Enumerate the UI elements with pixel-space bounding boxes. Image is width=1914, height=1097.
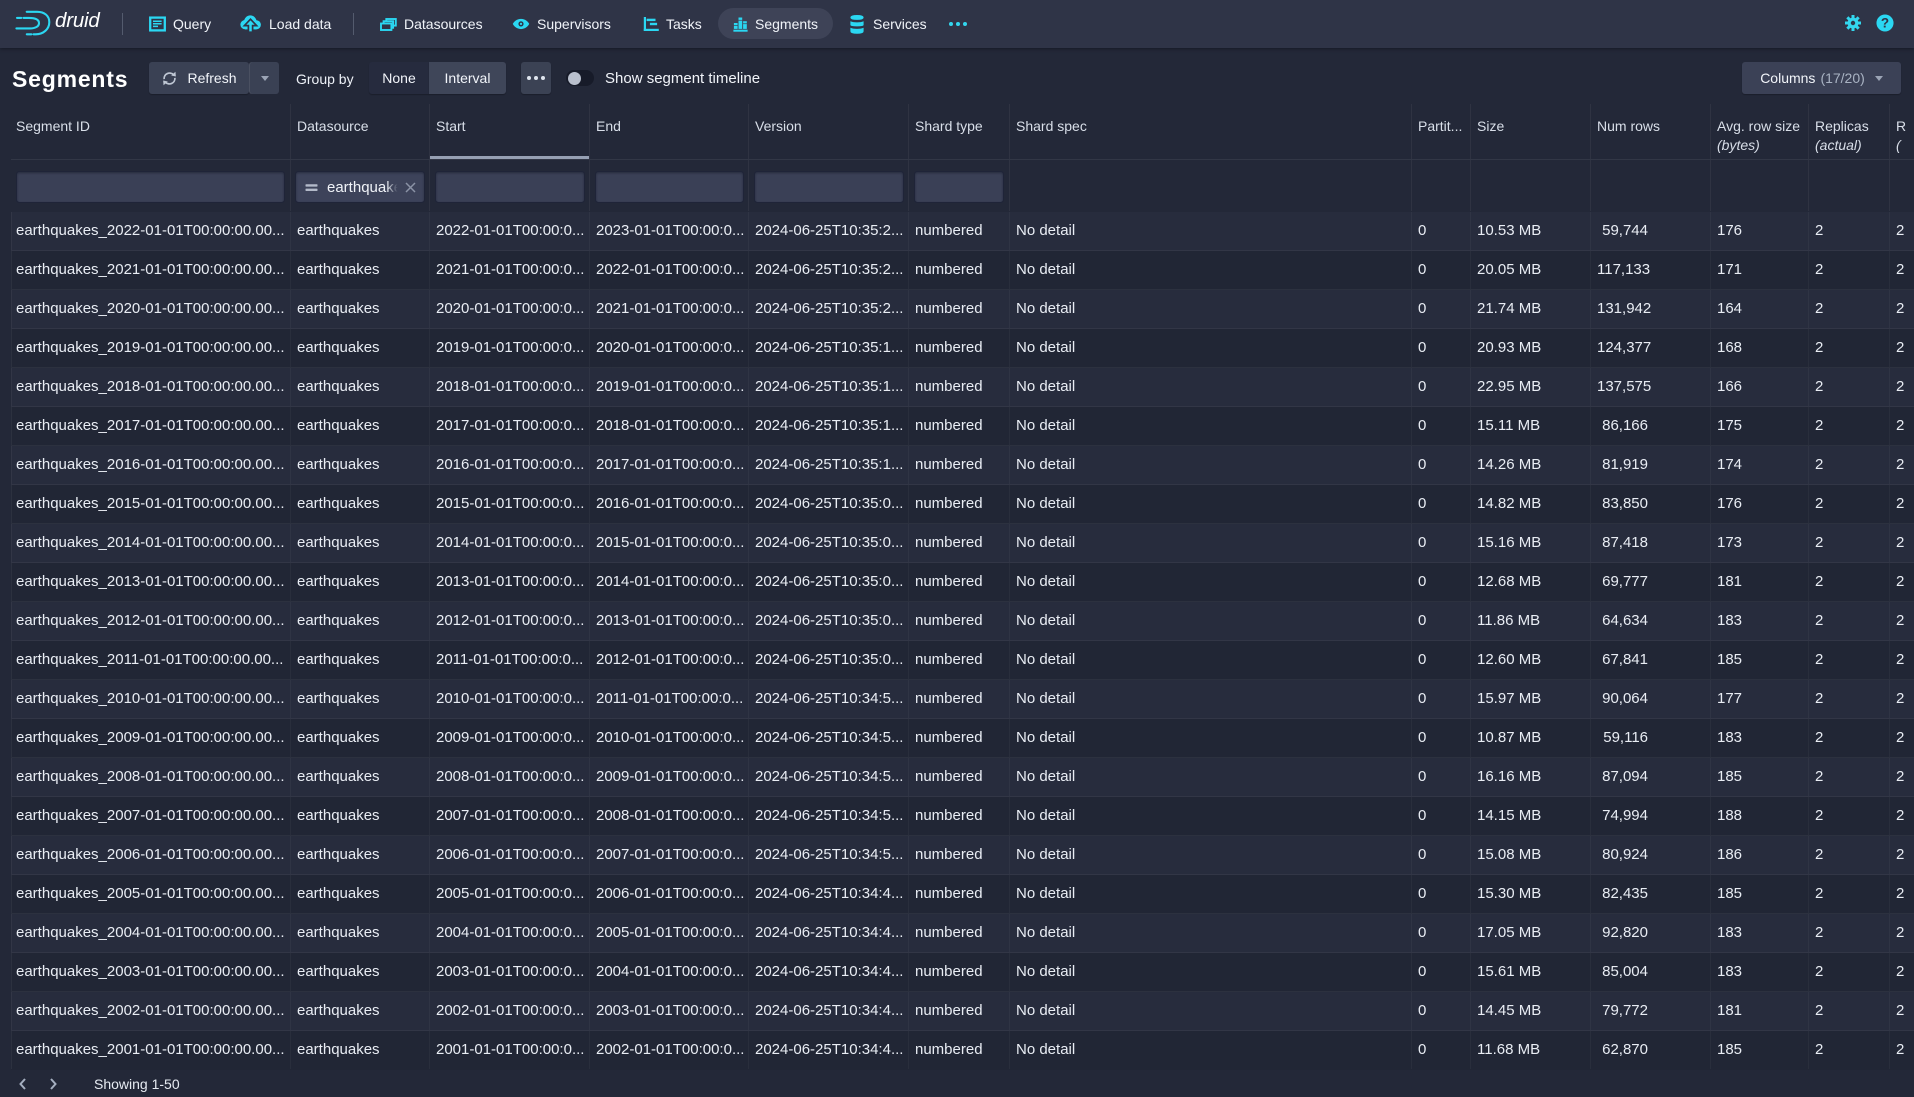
svg-text:?: ? xyxy=(1881,16,1889,31)
